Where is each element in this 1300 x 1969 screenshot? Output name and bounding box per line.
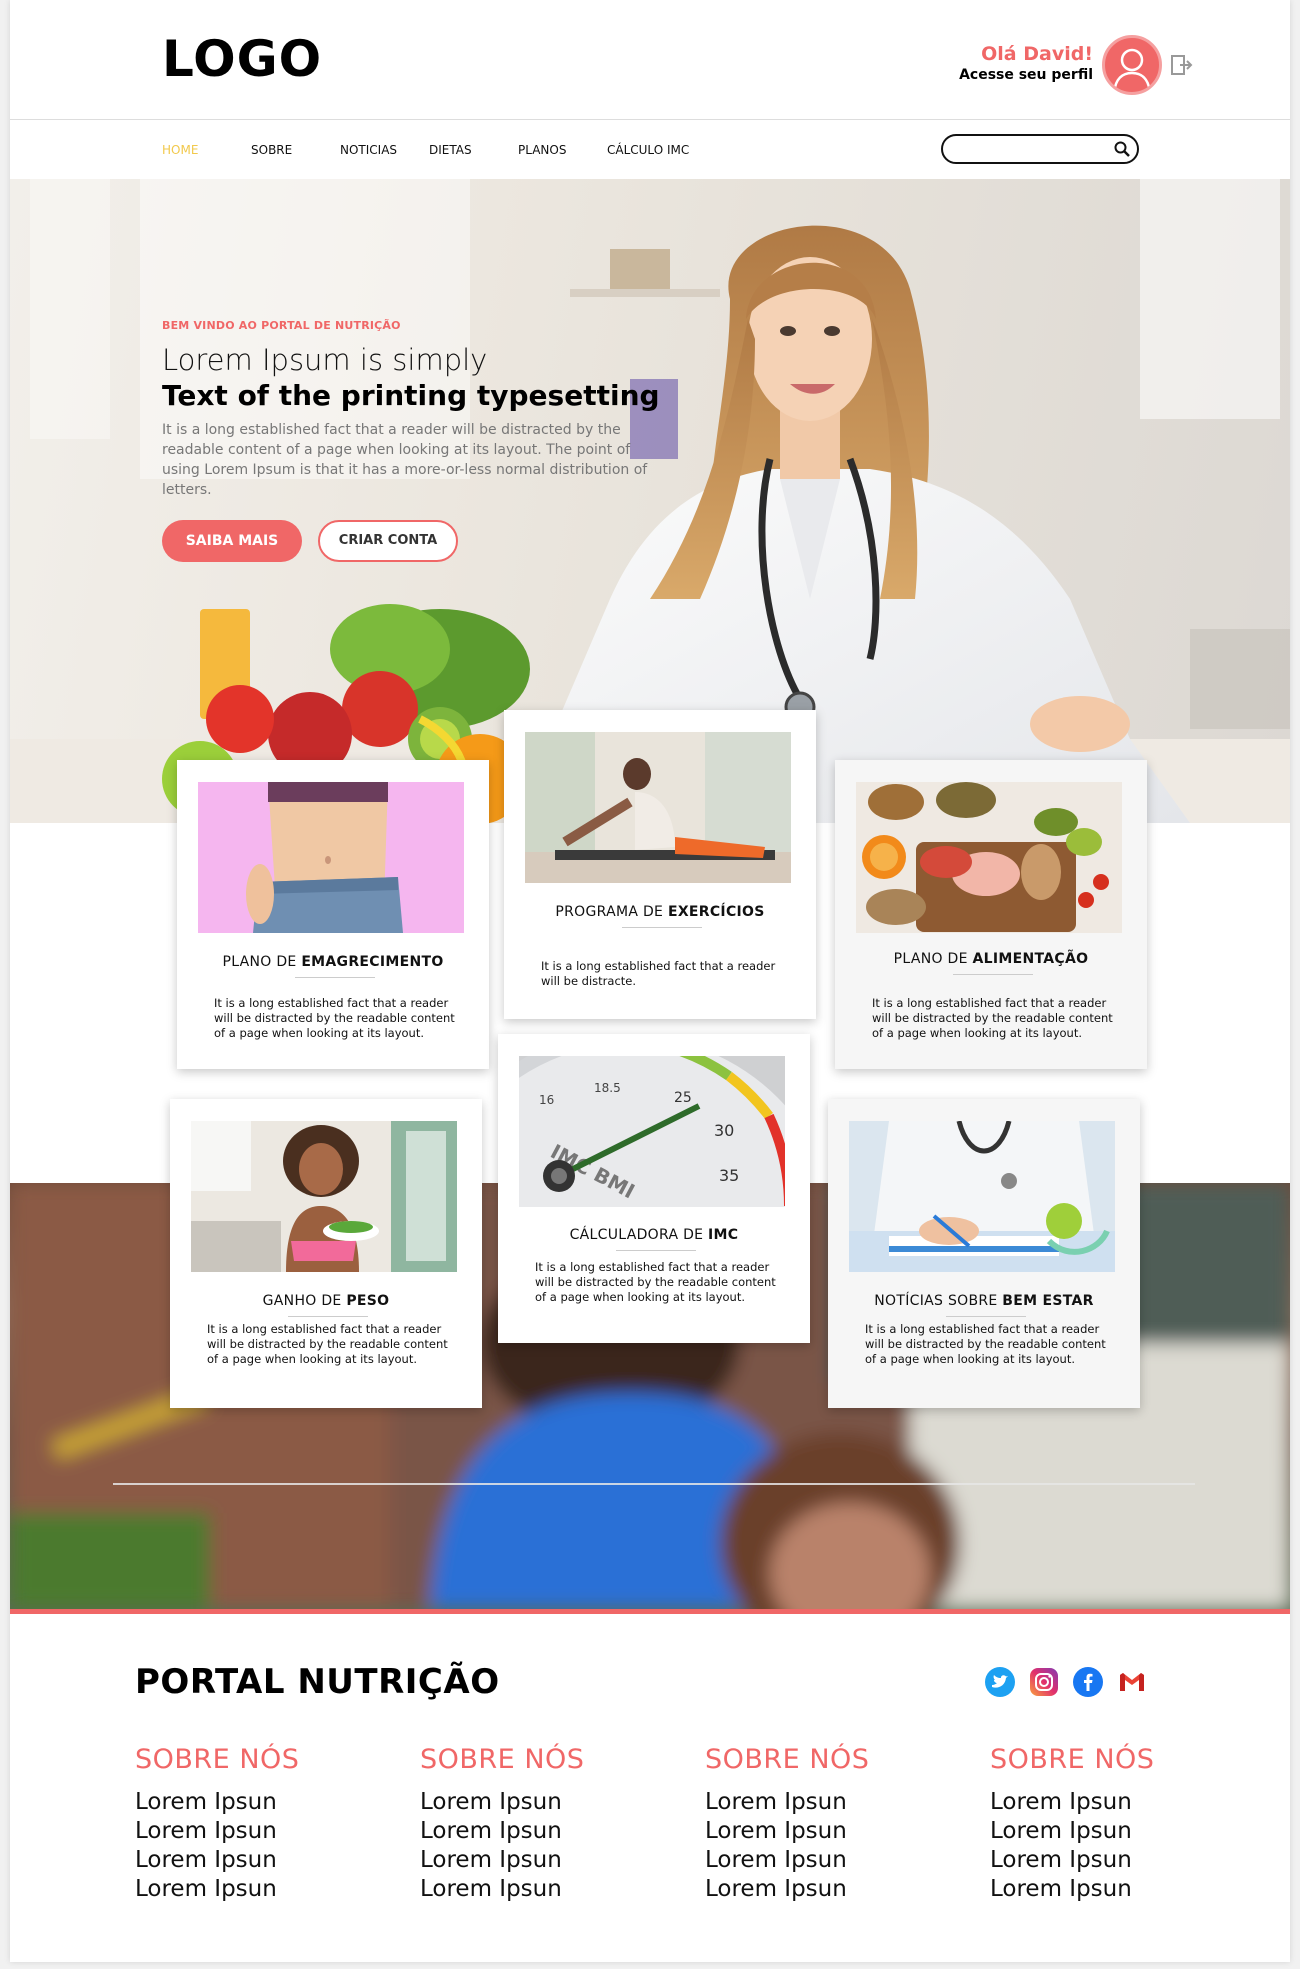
footer-link[interactable]: Lorem Ipsun [420,1817,660,1846]
footer-column: SOBRE NÓS Lorem Ipsun Lorem Ipsun Lorem … [990,1742,1230,1904]
footer-column-heading: SOBRE NÓS [705,1744,870,1775]
card-noticias-bem-estar[interactable]: NOTÍCIAS SOBRE BEM ESTAR It is a long es… [828,1099,1140,1408]
gauge-tick-label: 35 [719,1166,739,1185]
search-input[interactable] [951,140,1101,158]
saiba-mais-button[interactable]: SAIBA MAIS [162,520,302,562]
footer-title: PORTAL NUTRIÇÃO [135,1662,500,1702]
card-rule [946,1316,1026,1317]
footer-column-heading: SOBRE NÓS [420,1744,585,1775]
card-title: PROGRAMA DE EXERCÍCIOS [555,904,765,920]
nav-sobre[interactable]: SOBRE [251,143,292,157]
footer-link[interactable]: Lorem Ipsun [990,1817,1230,1846]
card-text: It is a long established fact that a rea… [872,996,1113,1040]
hero-description: It is a long established fact that a rea… [162,422,648,498]
card-rule [616,1250,696,1251]
card-image [849,1121,1115,1272]
card-title: CÁLCULADORA DE IMC [569,1227,739,1243]
footer-link[interactable]: Lorem Ipsun [705,1846,945,1875]
nav-dietas[interactable]: DIETAS [429,143,472,157]
footer-column-heading: SOBRE NÓS [990,1744,1155,1775]
card-image [191,1121,457,1272]
footer-link[interactable]: Lorem Ipsun [420,1875,660,1904]
gauge-tick-label: 30 [714,1121,734,1140]
gauge-tick-label: 16 [539,1093,554,1107]
footer-column: SOBRE NÓS Lorem Ipsun Lorem Ipsun Lorem … [135,1742,375,1904]
footer-link[interactable]: Lorem Ipsun [135,1875,375,1904]
gauge-tick-label: 18.5 [594,1081,621,1095]
logout-icon[interactable] [1171,55,1193,75]
nav-calculo-imc[interactable]: CÁLCULO IMC [607,143,689,157]
footer-column-heading: SOBRE NÓS [135,1744,300,1775]
hero-buttons: SAIBA MAIS CRIAR CONTA [162,520,682,564]
footer-link[interactable]: Lorem Ipsun [990,1875,1230,1904]
card-title: GANHO DE PESO [262,1293,390,1309]
card-image: 16 18.5 25 30 35 IMC BMI [519,1056,785,1207]
footer-link[interactable]: Lorem Ipsun [705,1875,945,1904]
card-image [198,782,464,933]
site-logo[interactable]: LOGO [162,30,322,88]
section-divider [113,1483,1195,1485]
footer-link[interactable]: Lorem Ipsun [420,1846,660,1875]
card-title: PLANO DE EMAGRECIMENTO [222,954,444,970]
footer-link[interactable]: Lorem Ipsun [990,1846,1230,1875]
footer-link[interactable]: Lorem Ipsun [705,1817,945,1846]
card-title: PLANO DE ALIMENTAÇÃO [893,951,1089,967]
card-plano-alimentacao[interactable]: PLANO DE ALIMENTAÇÃO It is a long establ… [835,760,1147,1069]
gauge-tick-label: 25 [674,1090,692,1106]
profile-link[interactable]: Acesse seu perfil [959,66,1093,84]
card-text: It is a long established fact that a rea… [541,959,776,988]
hero-title-line2: Text of the printing typesetting [162,379,660,412]
card-text: It is a long established fact that a rea… [535,1260,776,1304]
footer-link[interactable]: Lorem Ipsun [705,1788,945,1817]
avatar[interactable] [1102,35,1162,95]
card-text: It is a long established fact that a rea… [214,996,455,1040]
footer-column: SOBRE NÓS Lorem Ipsun Lorem Ipsun Lorem … [420,1742,660,1904]
footer-link[interactable]: Lorem Ipsun [135,1788,375,1817]
instagram-icon[interactable] [1029,1667,1059,1697]
card-rule [295,977,375,978]
criar-conta-button[interactable]: CRIAR CONTA [318,520,458,562]
footer-link[interactable]: Lorem Ipsun [990,1788,1230,1817]
site-footer: PORTAL NUTRIÇÃO SOBRE NÓS Lorem Ipsun Lo… [10,1609,1290,1962]
card-image [525,732,791,883]
hero-text: BEM VINDO AO PORTAL DE NUTRIÇÃO Lorem Ip… [162,319,682,564]
card-ganho-peso[interactable]: GANHO DE PESO It is a long established f… [170,1099,482,1408]
hero-title-line1: Lorem Ipsum is simply [162,343,488,377]
search-icon[interactable] [1113,140,1131,158]
footer-link[interactable]: Lorem Ipsun [135,1846,375,1875]
main-nav: HOME SOBRE NOTICIAS DIETAS PLANOS CÁLCUL… [10,121,1290,179]
footer-column: SOBRE NÓS Lorem Ipsun Lorem Ipsun Lorem … [705,1742,945,1904]
card-title: NOTÍCIAS SOBRE BEM ESTAR [874,1293,1094,1309]
card-rule [953,974,1033,975]
card-rule [622,927,702,928]
nav-noticias[interactable]: NOTICIAS [340,143,397,157]
page: LOGO Olá David! Acesse seu perfil HOME S… [10,0,1290,1962]
twitter-icon[interactable] [985,1667,1015,1697]
card-image [856,782,1122,933]
nav-home[interactable]: HOME [162,143,198,157]
footer-link[interactable]: Lorem Ipsun [420,1788,660,1817]
hero-eyebrow: BEM VINDO AO PORTAL DE NUTRIÇÃO [162,319,401,332]
card-rule [288,1316,368,1317]
card-plano-emagrecimento[interactable]: PLANO DE EMAGRECIMENTO It is a long esta… [177,760,489,1069]
card-text: It is a long established fact that a rea… [207,1322,448,1366]
site-header: LOGO Olá David! Acesse seu perfil [10,0,1290,120]
footer-link[interactable]: Lorem Ipsun [135,1817,375,1846]
card-calculadora-imc[interactable]: 16 18.5 25 30 35 IMC BMI CÁLCULADORA DE … [498,1034,810,1343]
greeting-title: Olá David! [981,43,1093,65]
facebook-icon[interactable] [1073,1667,1103,1697]
nav-planos[interactable]: PLANOS [518,143,566,157]
user-greeting[interactable]: Olá David! Acesse seu perfil [959,42,1093,84]
card-text: It is a long established fact that a rea… [865,1322,1106,1366]
search-box[interactable] [941,134,1139,164]
card-programa-exercicios[interactable]: PROGRAMA DE EXERCÍCIOS It is a long esta… [504,710,816,1019]
user-icon [1112,48,1152,92]
gmail-icon[interactable] [1117,1667,1147,1697]
